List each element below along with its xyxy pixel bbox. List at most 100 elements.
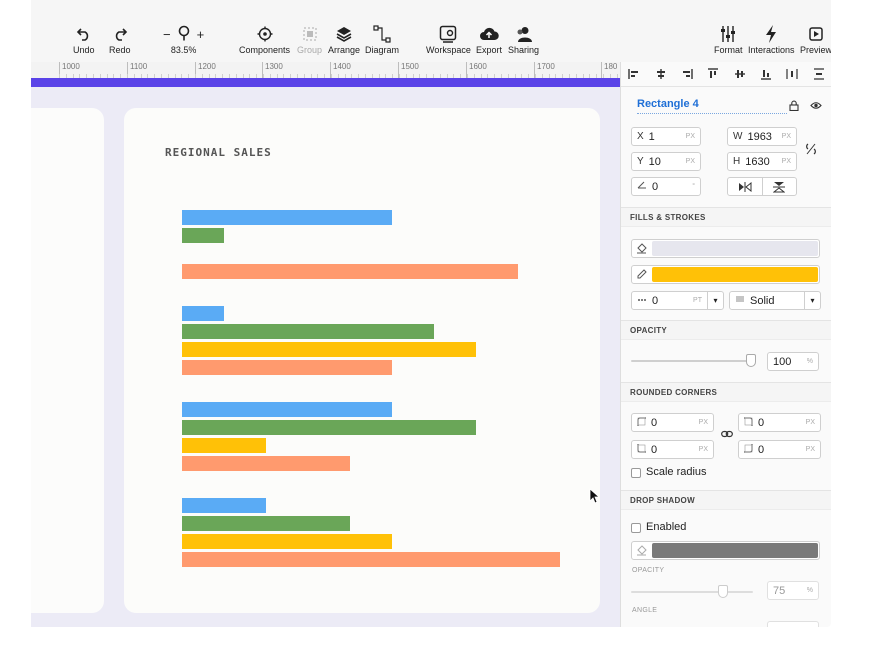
distribute-horizontal-icon[interactable] bbox=[786, 68, 799, 80]
left-artboard[interactable] bbox=[31, 108, 104, 613]
chart-bar[interactable] bbox=[182, 402, 392, 417]
play-icon bbox=[809, 24, 823, 44]
stroke-width-field[interactable]: 0 PT ▾ bbox=[631, 291, 724, 310]
design-canvas[interactable]: REGIONAL SALES bbox=[31, 87, 620, 627]
undo-button[interactable]: Undo bbox=[73, 24, 95, 55]
layer-name[interactable]: Rectangle 4 bbox=[637, 98, 787, 114]
opacity-slider-thumb[interactable] bbox=[746, 354, 756, 367]
stroke-width-dropdown-icon[interactable]: ▾ bbox=[707, 292, 723, 309]
chart-bar[interactable] bbox=[182, 306, 224, 321]
sharing-button[interactable]: Sharing bbox=[508, 24, 539, 55]
flip-vertical-button[interactable] bbox=[763, 178, 797, 195]
chart-bar[interactable] bbox=[182, 420, 476, 435]
shadow-color-swatch[interactable] bbox=[652, 543, 818, 558]
arrange-label: Arrange bbox=[328, 45, 361, 55]
w-value: 1963 bbox=[747, 130, 772, 143]
stroke-style-select[interactable]: Solid ▾ bbox=[729, 291, 821, 310]
stroke-color-swatch[interactable] bbox=[652, 267, 818, 282]
group-button[interactable]: Group bbox=[297, 24, 322, 55]
components-button[interactable]: Components bbox=[239, 24, 290, 55]
rotation-field[interactable]: 0 ° bbox=[631, 177, 701, 196]
workspace-button[interactable]: Workspace bbox=[426, 24, 471, 55]
chevron-down-icon[interactable]: ▾ bbox=[804, 292, 820, 309]
zoom-icon bbox=[177, 25, 191, 44]
shadow-opacity-unit: % bbox=[806, 587, 813, 594]
chart-bar[interactable] bbox=[182, 360, 392, 375]
eye-icon[interactable] bbox=[810, 101, 822, 110]
corner-top-right-field[interactable]: 0 PX bbox=[738, 413, 821, 432]
width-field[interactable]: W 1963 PX bbox=[727, 127, 797, 146]
corner-bottom-left-icon bbox=[637, 443, 646, 456]
format-sliders-icon bbox=[720, 24, 736, 44]
export-button[interactable]: Export bbox=[476, 24, 502, 55]
preview-button[interactable]: Preview bbox=[800, 24, 831, 55]
interactions-button[interactable]: Interactions bbox=[748, 24, 795, 55]
corner-unit: PX bbox=[698, 419, 708, 426]
redo-button[interactable]: Redo bbox=[109, 24, 131, 55]
distribute-vertical-icon[interactable] bbox=[813, 68, 825, 80]
align-left-icon[interactable] bbox=[628, 68, 640, 80]
shadow-enabled-checkbox[interactable] bbox=[631, 523, 641, 533]
opacity-slider[interactable] bbox=[631, 360, 751, 362]
drop-shadow-header: DROP SHADOW bbox=[621, 490, 831, 510]
chart-bar[interactable] bbox=[182, 210, 392, 225]
stroke-width-icon bbox=[637, 295, 647, 306]
chart-bar[interactable] bbox=[182, 498, 266, 513]
corner-top-left-field[interactable]: 0 PX bbox=[631, 413, 714, 432]
corner-tr-value: 0 bbox=[758, 416, 765, 429]
lock-icon[interactable] bbox=[789, 100, 799, 111]
align-top-icon[interactable] bbox=[707, 68, 719, 80]
chart-bar[interactable] bbox=[182, 228, 224, 243]
shadow-color-field[interactable] bbox=[631, 541, 820, 560]
chart-bar[interactable] bbox=[182, 324, 434, 339]
align-right-icon[interactable] bbox=[681, 68, 693, 80]
export-label: Export bbox=[476, 45, 503, 55]
chart-bar[interactable] bbox=[182, 516, 350, 531]
zoom-out-button[interactable]: − bbox=[163, 27, 171, 42]
y-value: 10 bbox=[648, 155, 661, 168]
workspace-icon bbox=[439, 24, 457, 44]
scale-radius-checkbox[interactable] bbox=[631, 468, 641, 478]
flip-horizontal-icon bbox=[738, 181, 752, 192]
opacity-unit: % bbox=[806, 358, 813, 365]
format-button[interactable]: Format bbox=[714, 24, 743, 55]
flip-horizontal-button[interactable] bbox=[728, 178, 763, 195]
chart-title: REGIONAL SALES bbox=[165, 146, 272, 159]
opacity-field[interactable]: 100% bbox=[767, 352, 819, 371]
fill-color-field[interactable] bbox=[631, 239, 820, 258]
chart-bar[interactable] bbox=[182, 552, 560, 567]
corner-bottom-right-field[interactable]: 0 PX bbox=[738, 440, 821, 459]
link-icon[interactable] bbox=[721, 430, 733, 438]
zoom-control[interactable]: − + 83.5% bbox=[163, 24, 204, 55]
zoom-in-button[interactable]: + bbox=[197, 27, 205, 42]
height-field[interactable]: H 1630 PX bbox=[727, 152, 797, 171]
align-middle-icon[interactable] bbox=[734, 68, 746, 80]
diagram-label: Diagram bbox=[365, 45, 400, 55]
corner-bottom-left-field[interactable]: 0 PX bbox=[631, 440, 714, 459]
align-center-icon[interactable] bbox=[655, 68, 667, 80]
chart-artboard[interactable]: REGIONAL SALES bbox=[124, 108, 600, 613]
diagram-button[interactable]: Diagram bbox=[365, 24, 399, 55]
shadow-opacity-slider-thumb[interactable] bbox=[717, 585, 728, 598]
stroke-color-field[interactable] bbox=[631, 265, 820, 284]
unlink-icon[interactable] bbox=[805, 142, 817, 156]
align-bottom-icon[interactable] bbox=[760, 68, 772, 80]
chart-bar[interactable] bbox=[182, 264, 518, 279]
h-label: H bbox=[733, 156, 741, 167]
angle-unit: ° bbox=[692, 183, 695, 190]
chart-bar[interactable] bbox=[182, 456, 350, 471]
shadow-opacity-field[interactable]: 75% bbox=[767, 581, 819, 600]
y-position-field[interactable]: Y 10 PX bbox=[631, 152, 701, 171]
horizontal-ruler[interactable]: 1000 1100 1200 1300 1400 1500 1600 1700 … bbox=[31, 62, 620, 79]
x-position-field[interactable]: X 1 PX bbox=[631, 127, 701, 146]
shadow-opacity-slider[interactable] bbox=[631, 591, 753, 593]
shadow-angle-field[interactable] bbox=[767, 621, 819, 627]
zoom-controls-row: − + bbox=[163, 24, 204, 44]
fill-color-swatch[interactable] bbox=[652, 241, 818, 256]
arrange-button[interactable]: Arrange bbox=[328, 24, 360, 55]
chart-bar[interactable] bbox=[182, 438, 266, 453]
corner-top-right-icon bbox=[744, 417, 753, 429]
chart-bar[interactable] bbox=[182, 342, 476, 357]
ruler-label: 1400 bbox=[330, 62, 351, 78]
chart-bar[interactable] bbox=[182, 534, 392, 549]
